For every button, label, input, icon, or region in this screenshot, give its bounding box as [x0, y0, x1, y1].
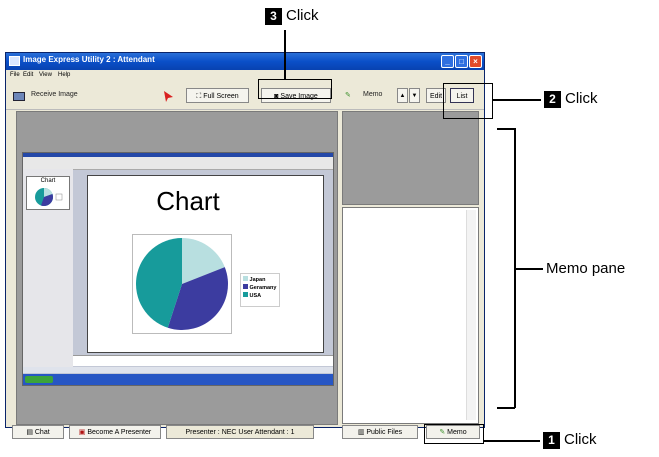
remote-notes	[73, 355, 333, 366]
presenter-info: Presenter : NEC User Attendant : 1	[166, 425, 314, 439]
callout-1-box	[424, 424, 484, 444]
callout-3-text: Click	[286, 7, 319, 24]
public-files-button[interactable]: ▥ Public Files	[342, 425, 418, 439]
slide-thumbnail: Chart	[26, 176, 70, 210]
callout-2-text: Click	[565, 90, 598, 107]
pie-chart	[132, 234, 232, 334]
chart-legend: Japan Geramany USA	[240, 273, 280, 307]
minimize-button[interactable]: _	[441, 55, 454, 68]
memo-bracket-bottom	[497, 407, 515, 409]
image-pane: Chart Chart Japan Geramany USA	[16, 111, 338, 425]
memo-pane-label: Memo pane	[546, 260, 626, 277]
remote-taskbar	[23, 374, 333, 385]
callout-1-text: Click	[564, 431, 597, 448]
thumb-title: Chart	[40, 178, 56, 184]
app-window: Image Express Utility 2 : Attendant _ □ …	[5, 52, 485, 439]
menu-bar: File Edit View Help	[6, 70, 484, 81]
memo-bracket-top	[497, 128, 515, 130]
pointer-icon[interactable]	[162, 90, 174, 103]
memo-down-button[interactable]: ▼	[409, 88, 420, 103]
slide-title: Chart	[156, 186, 220, 216]
callout-1-number: 1	[543, 432, 560, 449]
callout-2-line	[493, 99, 541, 101]
callout-1-line	[484, 440, 540, 442]
toolbar: Receive Image ⛶ Full Screen ◙ Save Image…	[6, 83, 484, 110]
legend-usa: USA	[243, 292, 279, 299]
app-icon	[9, 56, 20, 66]
menu-view[interactable]: View	[39, 72, 52, 78]
memo-up-button[interactable]: ▲	[397, 88, 408, 103]
window-title: Image Express Utility 2 : Attendant	[23, 55, 155, 64]
memo-scrollbar[interactable]	[466, 210, 476, 420]
maximize-button[interactable]: □	[455, 55, 468, 68]
callout-2-box	[443, 83, 493, 119]
thumb-pie	[35, 187, 63, 207]
slide-canvas: Chart Japan Geramany USA	[87, 175, 324, 353]
close-button[interactable]: ×	[469, 55, 482, 68]
menu-file[interactable]: File	[10, 72, 20, 78]
memo-label: Memo	[363, 91, 383, 98]
menu-help[interactable]: Help	[58, 72, 70, 78]
become-presenter-button[interactable]: ▣ Become A Presenter	[69, 425, 161, 439]
memo-bracket-pointer	[515, 268, 543, 270]
receive-image-label: Receive Image	[31, 91, 78, 98]
full-screen-button[interactable]: ⛶ Full Screen	[186, 88, 249, 103]
legend-japan: Japan	[243, 276, 279, 283]
received-screenshot: Chart Chart Japan Geramany USA	[22, 152, 334, 386]
remote-drawing-bar	[23, 367, 333, 373]
menu-edit[interactable]: Edit	[23, 72, 33, 78]
callout-2-number: 2	[544, 91, 561, 108]
callout-3-line	[284, 30, 286, 79]
pencil-icon: ✎	[345, 92, 351, 99]
remote-start-button	[25, 376, 53, 383]
callout-3-box	[258, 79, 332, 99]
chat-button[interactable]: ▤ Chat	[12, 425, 64, 439]
monitor-icon	[13, 92, 25, 101]
memo-pane[interactable]	[342, 207, 479, 424]
memo-list-pane	[342, 111, 479, 205]
legend-germany: Geramany	[243, 284, 279, 291]
title-bar[interactable]: Image Express Utility 2 : Attendant _ □ …	[6, 53, 484, 70]
chat-icon: ▤	[26, 429, 35, 436]
callout-3-number: 3	[265, 8, 282, 25]
